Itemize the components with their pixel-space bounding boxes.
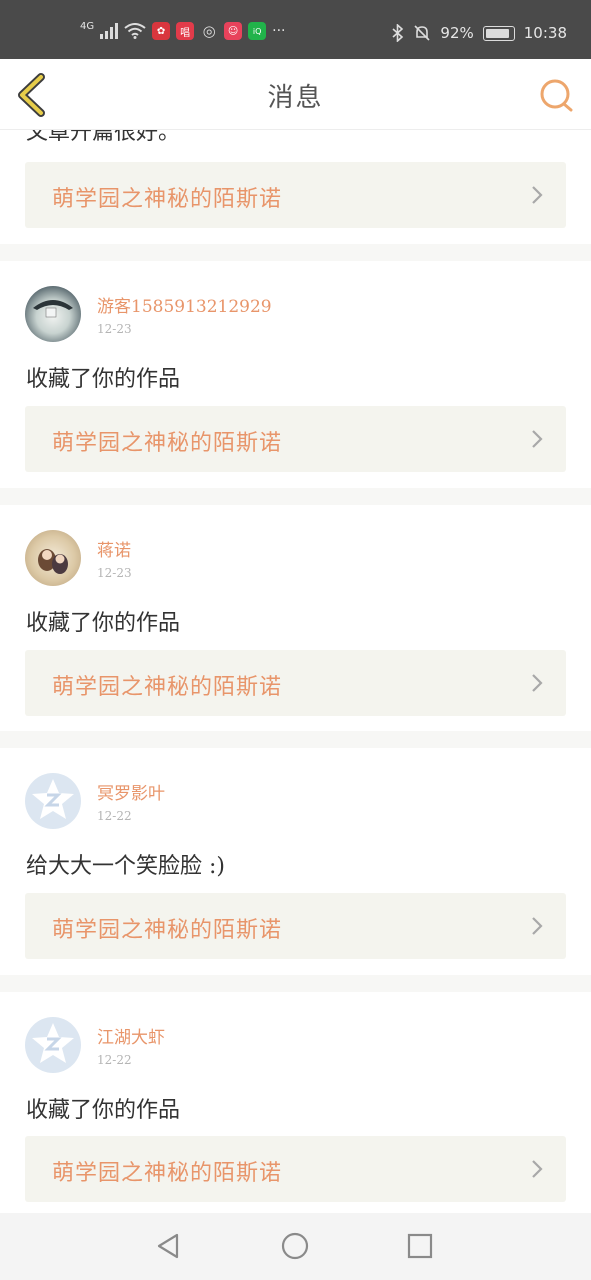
huawei-icon: ✿ (152, 22, 171, 40)
clock: 10:38 (523, 24, 567, 42)
message-card-partial: 文章开篇很好。 萌学园之神秘的陌斯诺 (0, 130, 591, 244)
work-link[interactable]: 萌学园之神秘的陌斯诺 (25, 893, 566, 959)
work-title: 萌学园之神秘的陌斯诺 (52, 187, 283, 212)
mute-bell-icon (414, 25, 430, 41)
work-title: 萌学园之神秘的陌斯诺 (52, 1161, 283, 1186)
message-text: 文章开篇很好。 (26, 130, 181, 145)
chevron-right-icon (532, 674, 543, 692)
message-text: 收藏了你的作品 (26, 367, 181, 392)
avatar[interactable] (25, 530, 81, 586)
chevron-right-icon (532, 186, 543, 204)
status-bar-left: 4G ✿ 唱 ◎ ☺ iQ ··· (80, 20, 286, 40)
back-triangle-icon[interactable] (153, 1231, 183, 1261)
home-circle-icon[interactable] (280, 1231, 310, 1261)
username[interactable]: 游客1585913212929 (97, 292, 272, 317)
work-link[interactable]: 萌学园之神秘的陌斯诺 (25, 162, 566, 228)
work-title: 萌学园之神秘的陌斯诺 (52, 918, 283, 943)
avatar[interactable] (25, 1017, 81, 1073)
message-card: 冥罗影叶 12-22 给大大一个笑脸脸 :) 萌学园之神秘的陌斯诺 (0, 748, 591, 975)
work-link[interactable]: 萌学园之神秘的陌斯诺 (25, 650, 566, 716)
avatar-photo (33, 300, 73, 318)
more-notifications: ··· (272, 23, 286, 39)
status-bar-right: 92% 10:38 (392, 24, 567, 42)
username[interactable]: 蒋诺 (97, 536, 131, 561)
message-card: 游客1585913212929 12-23 收藏了你的作品 萌学园之神秘的陌斯诺 (0, 261, 591, 488)
iqiyi-icon: iQ (248, 22, 267, 40)
message-card: 江湖大虾 12-22 收藏了你的作品 萌学园之神秘的陌斯诺 (0, 992, 591, 1213)
avatar[interactable] (25, 773, 81, 829)
message-text: 收藏了你的作品 (26, 611, 181, 636)
signal-icon (100, 23, 119, 39)
work-link[interactable]: 萌学园之神秘的陌斯诺 (25, 1136, 566, 1202)
message-text: 收藏了你的作品 (26, 1098, 181, 1123)
date: 12-23 (97, 322, 132, 336)
work-title: 萌学园之神秘的陌斯诺 (52, 675, 283, 700)
status-bar: 4G ✿ 唱 ◎ ☺ iQ ··· 92% 10:38 (0, 0, 591, 59)
chevron-right-icon (532, 917, 543, 935)
chevron-right-icon (532, 1160, 543, 1178)
battery-icon (482, 25, 515, 41)
avatar-illustration (38, 549, 68, 574)
username[interactable]: 冥罗影叶 (97, 779, 165, 804)
message-card: 蒋诺 12-23 收藏了你的作品 萌学园之神秘的陌斯诺 (0, 505, 591, 731)
date: 12-22 (97, 1053, 132, 1067)
top-nav-bar: 消息 (0, 59, 591, 130)
work-title: 萌学园之神秘的陌斯诺 (52, 431, 283, 456)
message-text: 给大大一个笑脸脸 :) (26, 854, 225, 879)
date: 12-22 (97, 809, 132, 823)
username[interactable]: 江湖大虾 (97, 1023, 165, 1048)
wechat-icon: ◎ (202, 22, 216, 40)
search-icon[interactable] (537, 75, 577, 115)
avatar[interactable] (25, 286, 81, 342)
qq-star-icon (32, 1023, 74, 1063)
battery-percent: 92% (440, 24, 474, 42)
wifi-icon (124, 23, 146, 39)
network-type: 4G (80, 20, 95, 32)
date: 12-23 (97, 566, 132, 580)
system-navigation-bar (0, 1213, 591, 1280)
work-link[interactable]: 萌学园之神秘的陌斯诺 (25, 406, 566, 472)
recents-square-icon[interactable] (405, 1231, 435, 1261)
message-feed[interactable]: 文章开篇很好。 萌学园之神秘的陌斯诺 游客1585913212929 12-23… (0, 130, 591, 1213)
chevron-right-icon (532, 430, 543, 448)
bluetooth-icon (392, 24, 404, 42)
qq-star-icon (32, 779, 74, 819)
battery-fill (485, 28, 509, 38)
pinduoduo-icon: ☺ (224, 22, 243, 40)
page-title: 消息 (267, 83, 324, 113)
changba-icon: 唱 (176, 22, 195, 40)
